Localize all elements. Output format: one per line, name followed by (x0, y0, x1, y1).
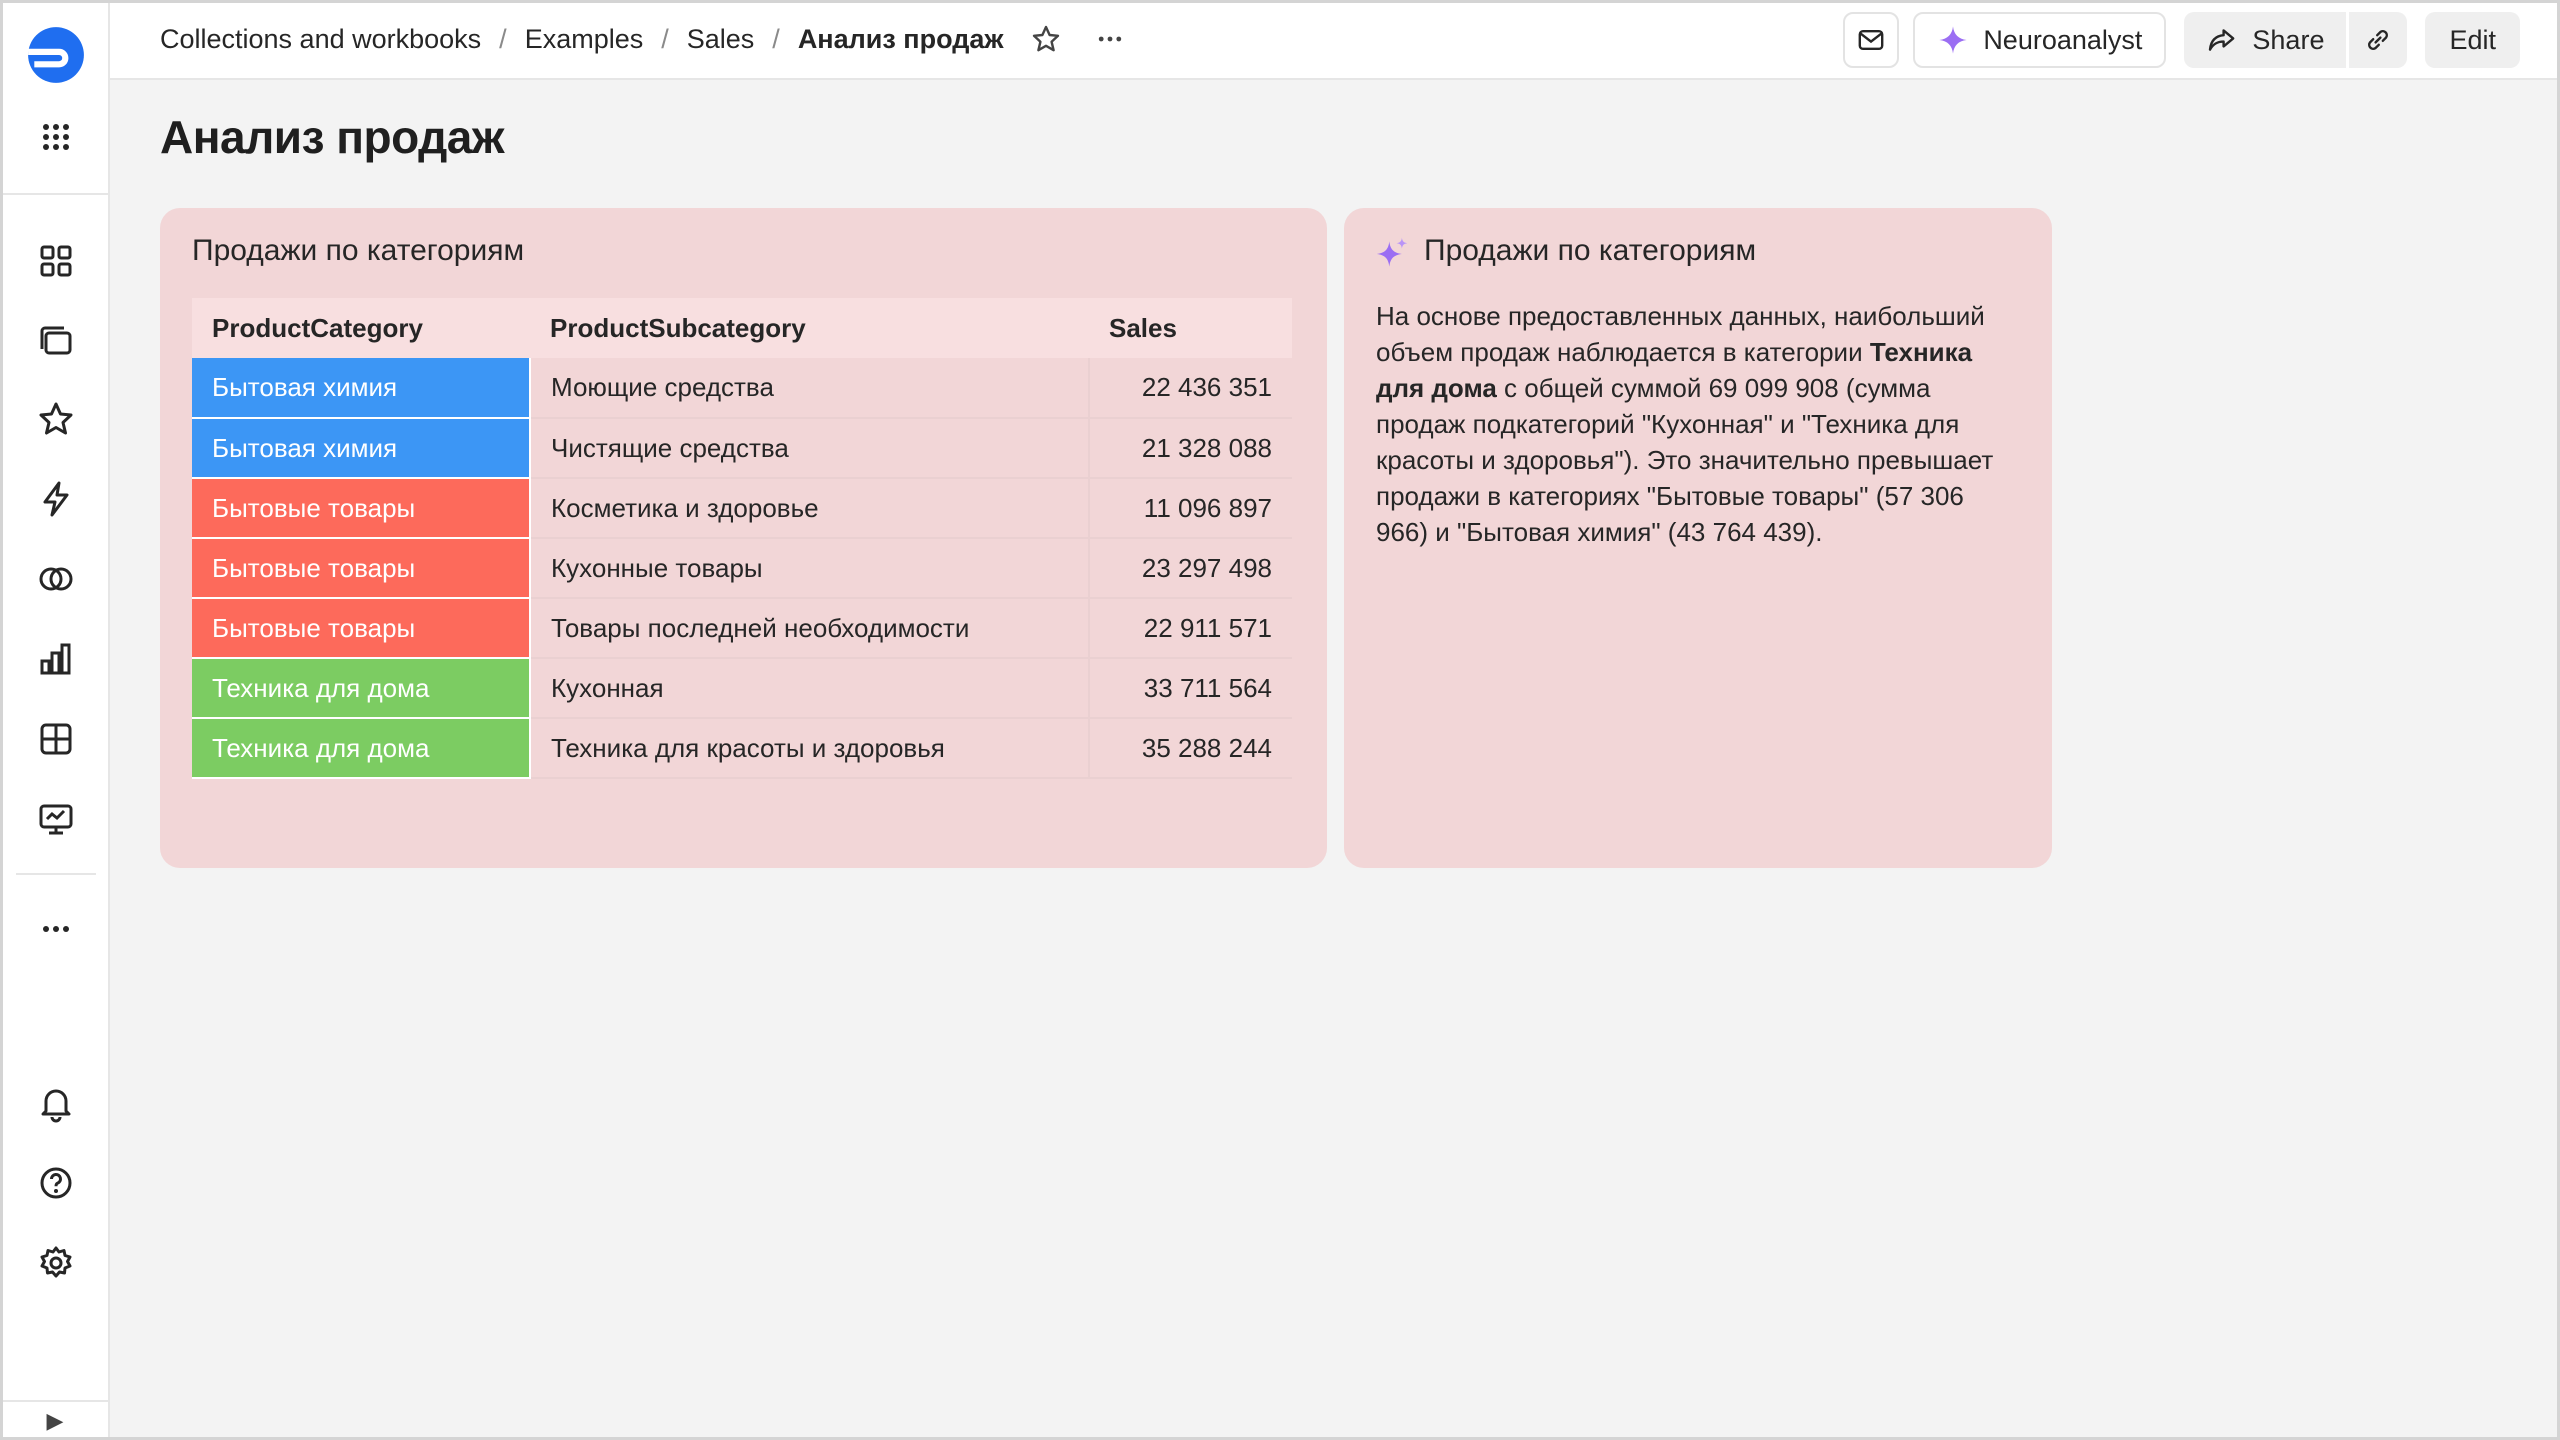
breadcrumb-separator: / (772, 23, 780, 54)
more-dots-icon[interactable] (19, 892, 93, 966)
settings-gear-icon[interactable] (19, 1226, 93, 1300)
logo-icon[interactable] (19, 18, 93, 92)
neuroanalyst-button[interactable]: Neuroanalyst (1913, 12, 2167, 68)
table-row: Техника для дома Кухонная 33 711 564 (192, 658, 1292, 719)
favorites-star-icon[interactable] (19, 382, 93, 456)
table-row: Бытовые товары Кухонные товары 23 297 498 (192, 538, 1292, 599)
share-button[interactable]: Share (2184, 12, 2347, 68)
services-grid-icon[interactable] (19, 100, 93, 174)
favorite-star-icon[interactable] (1024, 17, 1068, 61)
category-cell: Бытовые товары (192, 598, 531, 659)
more-actions-icon[interactable] (1088, 17, 1132, 61)
table-row: Бытовая химия Чистящие средства 21 328 088 (192, 418, 1292, 479)
sales-table: ProductCategory ProductSubcategory Sales… (192, 298, 1292, 779)
collections-icon[interactable] (19, 304, 93, 378)
breadcrumb-separator: / (661, 23, 669, 54)
sparkle-icon (1939, 26, 1967, 54)
subcategory-cell: Товары последней необходимости (530, 598, 1090, 659)
category-cell: Бытовая химия (192, 358, 531, 419)
charts-bars-icon[interactable] (19, 622, 93, 696)
subcategory-cell: Косметика и здоровье (530, 478, 1090, 539)
table-row: Бытовая химия Моющие средства 22 436 351 (192, 358, 1292, 419)
sales-cell: 35 288 244 (1089, 718, 1292, 779)
sparkle-icon (1376, 237, 1408, 267)
category-cell: Техника для дома (192, 718, 531, 779)
subcategory-cell: Техника для красоты и здоровья (530, 718, 1090, 779)
breadcrumb-current: Анализ продаж (797, 23, 1004, 54)
sidebar-divider (16, 873, 96, 875)
breadcrumb-sales[interactable]: Sales (687, 24, 755, 55)
breadcrumb: Collections and workbooks / Examples / S… (160, 0, 1132, 78)
column-header-subcategory[interactable]: ProductSubcategory (530, 298, 1089, 358)
sales-cell: 22 436 351 (1089, 358, 1292, 419)
ai-summary-widget: Продажи по категориям На основе предоста… (1344, 208, 2052, 868)
subcategory-cell: Кухонные товары (530, 538, 1090, 599)
category-cell: Бытовые товары (192, 538, 531, 599)
category-cell: Бытовая химия (192, 418, 531, 479)
sales-cell: 22 911 571 (1089, 598, 1292, 659)
subcategory-cell: Кухонная (530, 658, 1090, 719)
lightning-icon[interactable] (19, 462, 93, 536)
sidebar-divider (0, 193, 110, 195)
ai-summary-text: На основе предоставленных данных, наибол… (1376, 298, 2016, 550)
breadcrumb-examples[interactable]: Examples (525, 24, 644, 55)
category-cell: Бытовые товары (192, 478, 531, 539)
sales-cell: 33 711 564 (1089, 658, 1292, 719)
subcategory-cell: Моющие средства (530, 358, 1090, 419)
column-header-sales[interactable]: Sales (1089, 298, 1292, 358)
copy-link-button[interactable] (2349, 12, 2408, 68)
sales-cell: 21 328 088 (1089, 418, 1292, 479)
breadcrumb-collections[interactable]: Collections and workbooks (160, 24, 481, 55)
share-arrow-icon (2209, 29, 2235, 51)
table-header-row: ProductCategory ProductSubcategory Sales (192, 298, 1292, 358)
mail-icon (1858, 30, 1884, 50)
table-widget: Продажи по категориям ProductCategory Pr… (160, 208, 1327, 868)
page-title: Анализ продаж (160, 111, 505, 163)
table-row: Бытовые товары Товары последней необходим… (192, 598, 1292, 659)
edit-label: Edit (2449, 24, 2496, 55)
bell-icon[interactable] (19, 1066, 93, 1140)
breadcrumb-separator: / (499, 23, 507, 54)
dashboards-icon[interactable] (19, 224, 93, 298)
help-icon[interactable] (19, 1146, 93, 1220)
sales-cell: 23 297 498 (1089, 538, 1292, 599)
header-actions: Neuroanalyst Share Edit (1843, 12, 2520, 68)
header: Collections and workbooks / Examples / S… (110, 0, 2560, 80)
column-header-category[interactable]: ProductCategory (192, 298, 530, 358)
share-label: Share (2252, 24, 2325, 55)
edit-button[interactable]: Edit (2425, 12, 2520, 68)
collapse-arrow-icon: ▶ (46, 1408, 64, 1433)
monitor-icon[interactable] (19, 782, 93, 856)
mail-button[interactable] (1843, 12, 1900, 68)
category-cell: Техника для дома (192, 658, 531, 719)
subcategory-cell: Чистящие средства (530, 418, 1090, 479)
table-grid-icon[interactable] (19, 702, 93, 776)
table-row: Техника для дома Техника для красоты и зд… (192, 718, 1292, 779)
sidebar: ▶ (0, 0, 110, 1440)
ai-widget-title: Продажи по категориям (1424, 234, 1757, 267)
table-widget-title: Продажи по категориям (192, 234, 525, 267)
table-row: Бытовые товары Косметика и здоровье 11 096… (192, 478, 1292, 539)
sales-cell: 11 096 897 (1089, 478, 1292, 539)
link-icon (2368, 30, 2389, 50)
table-body: Бытовая химия Моющие средства 22 436 351 Бы… (192, 358, 1292, 779)
sidebar-collapse-button[interactable]: ▶ (0, 1400, 110, 1440)
neuroanalyst-label: Neuroanalyst (1983, 24, 2143, 55)
datasets-rings-icon[interactable] (19, 542, 93, 616)
